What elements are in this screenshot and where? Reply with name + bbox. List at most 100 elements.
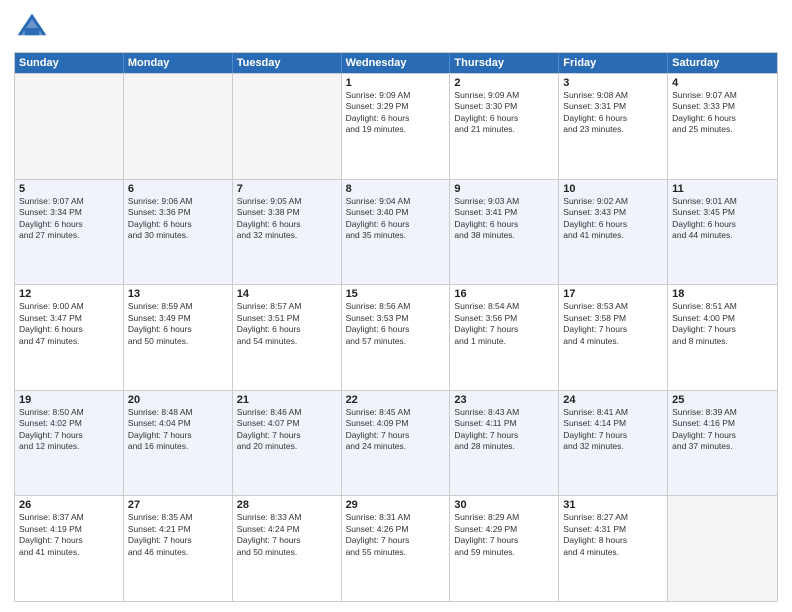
calendar-cell: 26Sunrise: 8:37 AM Sunset: 4:19 PM Dayli… [15,496,124,601]
day-info: Sunrise: 8:37 AM Sunset: 4:19 PM Dayligh… [19,512,119,558]
day-info: Sunrise: 8:45 AM Sunset: 4:09 PM Dayligh… [346,407,446,453]
day-number: 26 [19,499,119,511]
calendar-row: 19Sunrise: 8:50 AM Sunset: 4:02 PM Dayli… [15,390,777,496]
calendar-cell: 31Sunrise: 8:27 AM Sunset: 4:31 PM Dayli… [559,496,668,601]
day-number: 23 [454,394,554,406]
day-info: Sunrise: 9:06 AM Sunset: 3:36 PM Dayligh… [128,196,228,242]
day-number: 27 [128,499,228,511]
page: SundayMondayTuesdayWednesdayThursdayFrid… [0,0,792,612]
day-number: 16 [454,288,554,300]
calendar-cell: 1Sunrise: 9:09 AM Sunset: 3:29 PM Daylig… [342,74,451,179]
day-info: Sunrise: 8:41 AM Sunset: 4:14 PM Dayligh… [563,407,663,453]
calendar-row: 26Sunrise: 8:37 AM Sunset: 4:19 PM Dayli… [15,495,777,601]
calendar-cell: 10Sunrise: 9:02 AM Sunset: 3:43 PM Dayli… [559,180,668,285]
logo-icon [14,10,50,46]
day-number: 6 [128,183,228,195]
calendar-cell: 9Sunrise: 9:03 AM Sunset: 3:41 PM Daylig… [450,180,559,285]
day-number: 5 [19,183,119,195]
day-info: Sunrise: 9:09 AM Sunset: 3:30 PM Dayligh… [454,90,554,136]
cal-header-cell: Sunday [15,53,124,73]
calendar-cell: 16Sunrise: 8:54 AM Sunset: 3:56 PM Dayli… [450,285,559,390]
cal-header-cell: Tuesday [233,53,342,73]
calendar-cell: 5Sunrise: 9:07 AM Sunset: 3:34 PM Daylig… [15,180,124,285]
calendar: SundayMondayTuesdayWednesdayThursdayFrid… [14,52,778,602]
day-number: 30 [454,499,554,511]
calendar-cell: 2Sunrise: 9:09 AM Sunset: 3:30 PM Daylig… [450,74,559,179]
calendar-cell [15,74,124,179]
day-info: Sunrise: 8:33 AM Sunset: 4:24 PM Dayligh… [237,512,337,558]
day-number: 15 [346,288,446,300]
day-number: 22 [346,394,446,406]
day-info: Sunrise: 8:39 AM Sunset: 4:16 PM Dayligh… [672,407,773,453]
day-number: 31 [563,499,663,511]
calendar-cell: 11Sunrise: 9:01 AM Sunset: 3:45 PM Dayli… [668,180,777,285]
calendar-cell: 14Sunrise: 8:57 AM Sunset: 3:51 PM Dayli… [233,285,342,390]
calendar-cell: 17Sunrise: 8:53 AM Sunset: 3:58 PM Dayli… [559,285,668,390]
day-info: Sunrise: 9:05 AM Sunset: 3:38 PM Dayligh… [237,196,337,242]
day-number: 10 [563,183,663,195]
day-number: 1 [346,77,446,89]
day-number: 2 [454,77,554,89]
cal-header-cell: Thursday [450,53,559,73]
day-info: Sunrise: 8:46 AM Sunset: 4:07 PM Dayligh… [237,407,337,453]
calendar-cell: 4Sunrise: 9:07 AM Sunset: 3:33 PM Daylig… [668,74,777,179]
calendar-cell [233,74,342,179]
day-number: 19 [19,394,119,406]
day-number: 17 [563,288,663,300]
calendar-header: SundayMondayTuesdayWednesdayThursdayFrid… [15,53,777,73]
calendar-cell: 25Sunrise: 8:39 AM Sunset: 4:16 PM Dayli… [668,391,777,496]
day-info: Sunrise: 8:43 AM Sunset: 4:11 PM Dayligh… [454,407,554,453]
day-number: 20 [128,394,228,406]
calendar-row: 12Sunrise: 9:00 AM Sunset: 3:47 PM Dayli… [15,284,777,390]
day-info: Sunrise: 8:56 AM Sunset: 3:53 PM Dayligh… [346,301,446,347]
day-number: 18 [672,288,773,300]
header [14,10,778,46]
day-info: Sunrise: 8:53 AM Sunset: 3:58 PM Dayligh… [563,301,663,347]
calendar-cell: 23Sunrise: 8:43 AM Sunset: 4:11 PM Dayli… [450,391,559,496]
calendar-row: 1Sunrise: 9:09 AM Sunset: 3:29 PM Daylig… [15,73,777,179]
calendar-cell: 13Sunrise: 8:59 AM Sunset: 3:49 PM Dayli… [124,285,233,390]
cal-header-cell: Monday [124,53,233,73]
day-info: Sunrise: 8:31 AM Sunset: 4:26 PM Dayligh… [346,512,446,558]
calendar-cell: 18Sunrise: 8:51 AM Sunset: 4:00 PM Dayli… [668,285,777,390]
day-info: Sunrise: 9:09 AM Sunset: 3:29 PM Dayligh… [346,90,446,136]
calendar-cell: 7Sunrise: 9:05 AM Sunset: 3:38 PM Daylig… [233,180,342,285]
day-info: Sunrise: 8:27 AM Sunset: 4:31 PM Dayligh… [563,512,663,558]
day-number: 12 [19,288,119,300]
calendar-cell: 6Sunrise: 9:06 AM Sunset: 3:36 PM Daylig… [124,180,233,285]
day-number: 8 [346,183,446,195]
calendar-cell: 19Sunrise: 8:50 AM Sunset: 4:02 PM Dayli… [15,391,124,496]
calendar-cell [124,74,233,179]
calendar-row: 5Sunrise: 9:07 AM Sunset: 3:34 PM Daylig… [15,179,777,285]
calendar-cell: 28Sunrise: 8:33 AM Sunset: 4:24 PM Dayli… [233,496,342,601]
cal-header-cell: Wednesday [342,53,451,73]
cal-header-cell: Saturday [668,53,777,73]
day-info: Sunrise: 8:59 AM Sunset: 3:49 PM Dayligh… [128,301,228,347]
day-info: Sunrise: 9:07 AM Sunset: 3:34 PM Dayligh… [19,196,119,242]
day-number: 11 [672,183,773,195]
calendar-body: 1Sunrise: 9:09 AM Sunset: 3:29 PM Daylig… [15,73,777,601]
day-info: Sunrise: 9:04 AM Sunset: 3:40 PM Dayligh… [346,196,446,242]
calendar-cell: 24Sunrise: 8:41 AM Sunset: 4:14 PM Dayli… [559,391,668,496]
calendar-cell: 15Sunrise: 8:56 AM Sunset: 3:53 PM Dayli… [342,285,451,390]
day-number: 3 [563,77,663,89]
calendar-cell: 20Sunrise: 8:48 AM Sunset: 4:04 PM Dayli… [124,391,233,496]
day-info: Sunrise: 8:48 AM Sunset: 4:04 PM Dayligh… [128,407,228,453]
calendar-cell: 22Sunrise: 8:45 AM Sunset: 4:09 PM Dayli… [342,391,451,496]
day-info: Sunrise: 8:54 AM Sunset: 3:56 PM Dayligh… [454,301,554,347]
calendar-cell [668,496,777,601]
day-info: Sunrise: 8:29 AM Sunset: 4:29 PM Dayligh… [454,512,554,558]
calendar-cell: 8Sunrise: 9:04 AM Sunset: 3:40 PM Daylig… [342,180,451,285]
day-number: 24 [563,394,663,406]
day-number: 4 [672,77,773,89]
day-number: 29 [346,499,446,511]
day-info: Sunrise: 9:08 AM Sunset: 3:31 PM Dayligh… [563,90,663,136]
calendar-cell: 27Sunrise: 8:35 AM Sunset: 4:21 PM Dayli… [124,496,233,601]
day-number: 9 [454,183,554,195]
day-info: Sunrise: 8:57 AM Sunset: 3:51 PM Dayligh… [237,301,337,347]
day-info: Sunrise: 9:07 AM Sunset: 3:33 PM Dayligh… [672,90,773,136]
day-number: 14 [237,288,337,300]
calendar-cell: 30Sunrise: 8:29 AM Sunset: 4:29 PM Dayli… [450,496,559,601]
day-number: 21 [237,394,337,406]
calendar-cell: 12Sunrise: 9:00 AM Sunset: 3:47 PM Dayli… [15,285,124,390]
